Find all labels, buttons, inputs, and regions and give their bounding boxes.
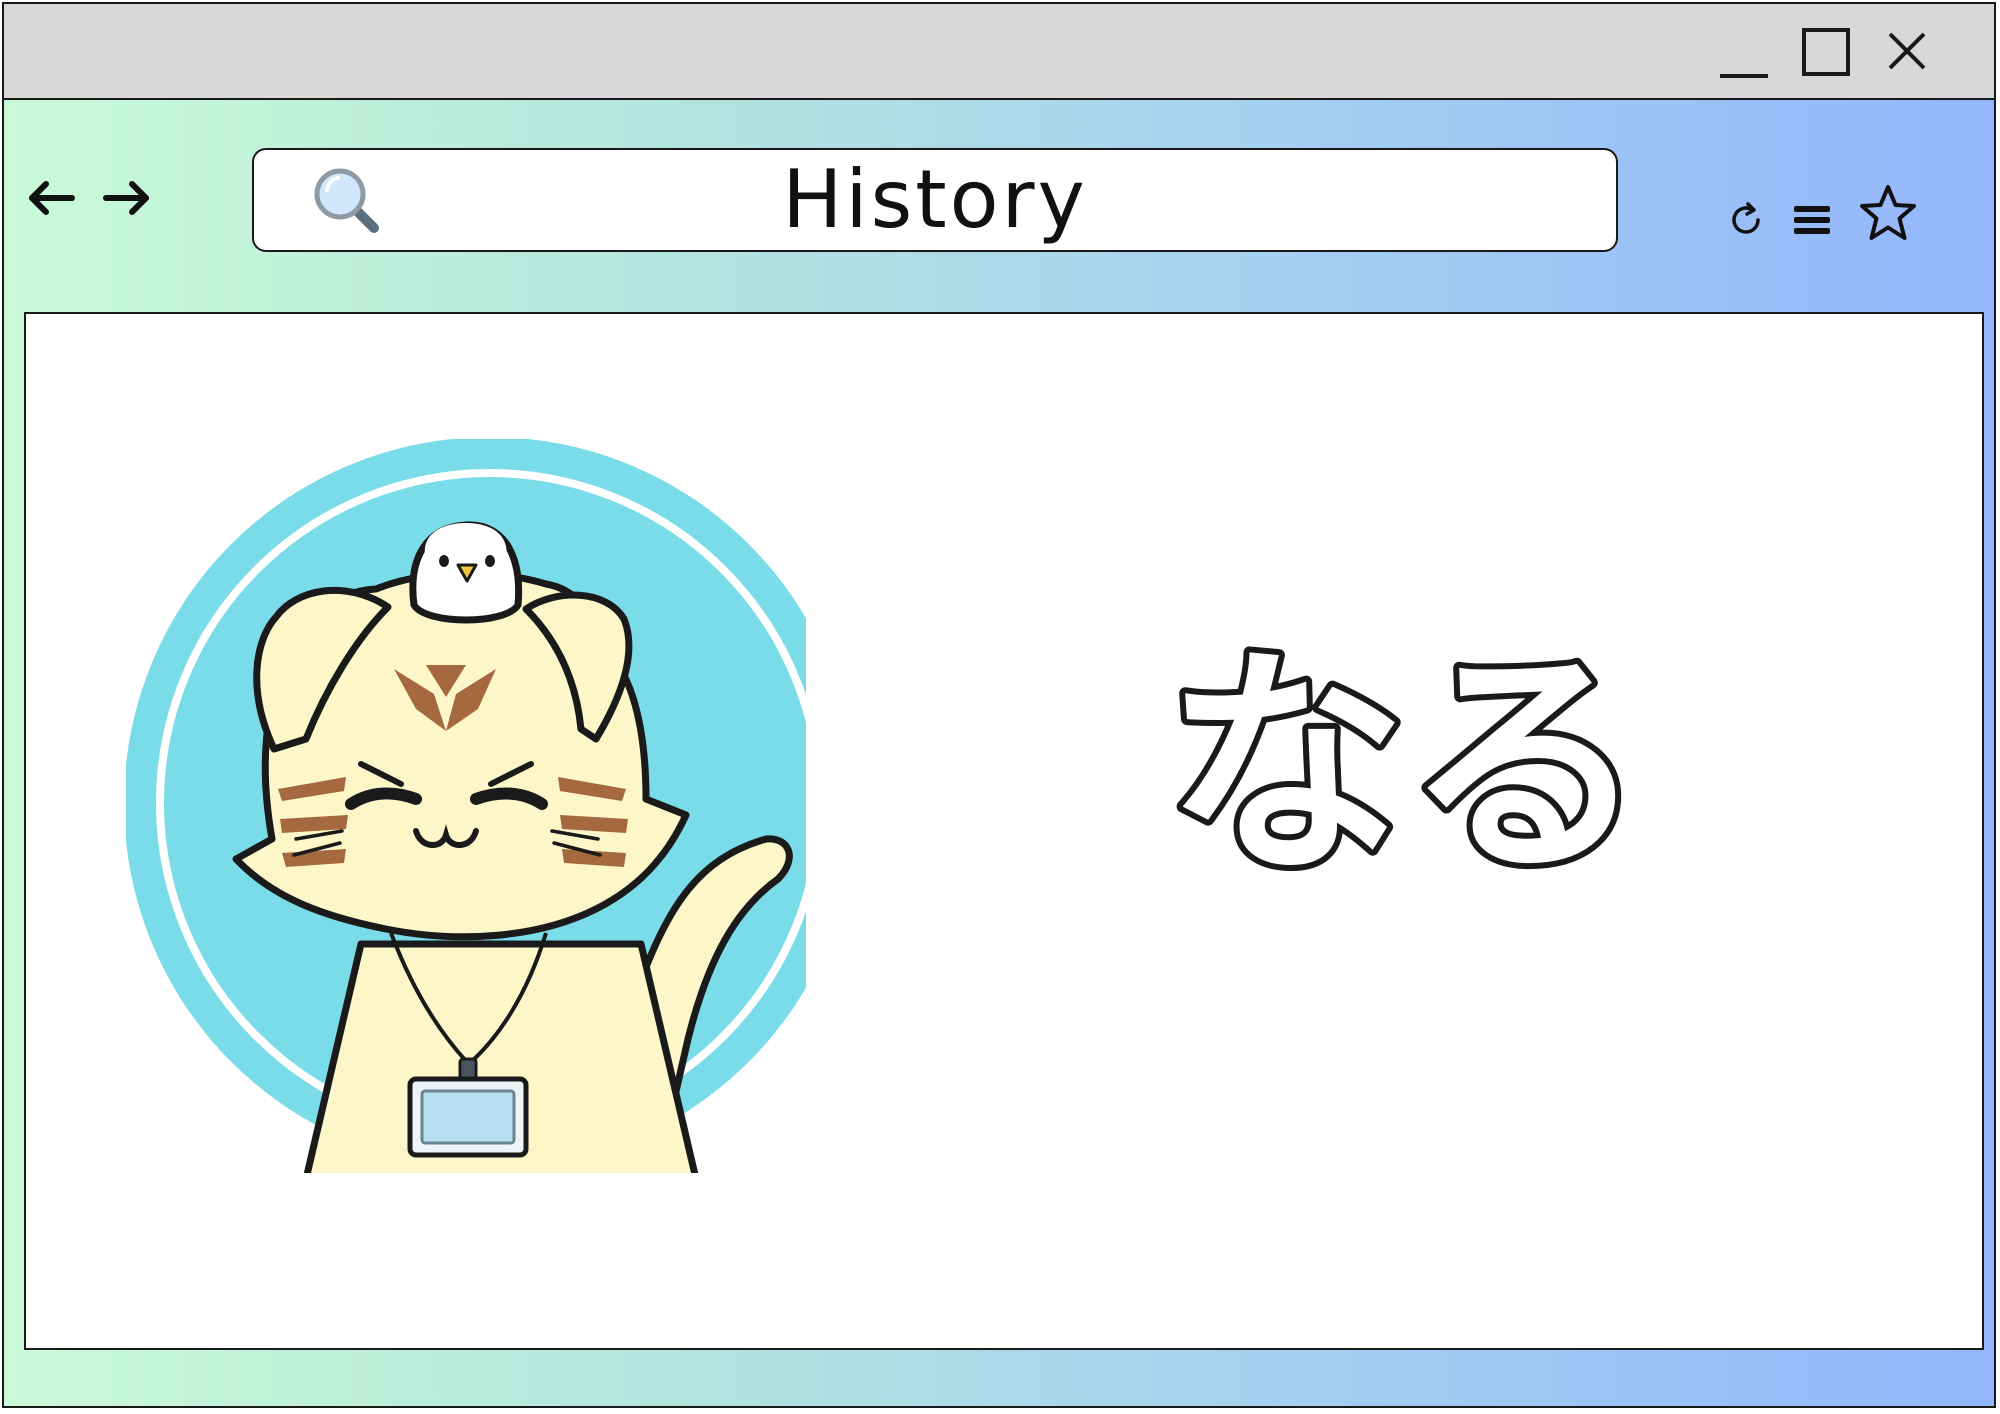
reload-icon — [1732, 202, 1760, 234]
close-icon — [1888, 32, 1926, 70]
reload-button[interactable] — [1726, 200, 1766, 240]
address-bar[interactable]: History — [252, 148, 1618, 252]
minimize-button[interactable] — [1716, 22, 1776, 82]
title-bar — [4, 4, 1994, 100]
headline: なる — [1160, 644, 1652, 912]
headline-text: なる — [1166, 644, 1646, 906]
arrow-right-icon — [103, 181, 149, 215]
page-content: なる — [24, 312, 1984, 1350]
maximize-icon — [1802, 28, 1850, 76]
maximize-button[interactable] — [1796, 22, 1856, 82]
browser-window: History なる — [2, 2, 1996, 1408]
bookmark-button[interactable] — [1856, 182, 1920, 246]
address-text: History — [782, 153, 1088, 246]
back-button[interactable] — [24, 170, 80, 226]
forward-button[interactable] — [98, 170, 154, 226]
star-icon — [1860, 185, 1916, 240]
minimize-icon — [1720, 74, 1768, 78]
hamburger-menu-icon — [1794, 206, 1830, 234]
cat-with-bird-icon — [126, 439, 806, 1173]
close-button[interactable] — [1878, 22, 1938, 82]
menu-button[interactable] — [1790, 198, 1834, 242]
arrow-left-icon — [29, 181, 75, 215]
